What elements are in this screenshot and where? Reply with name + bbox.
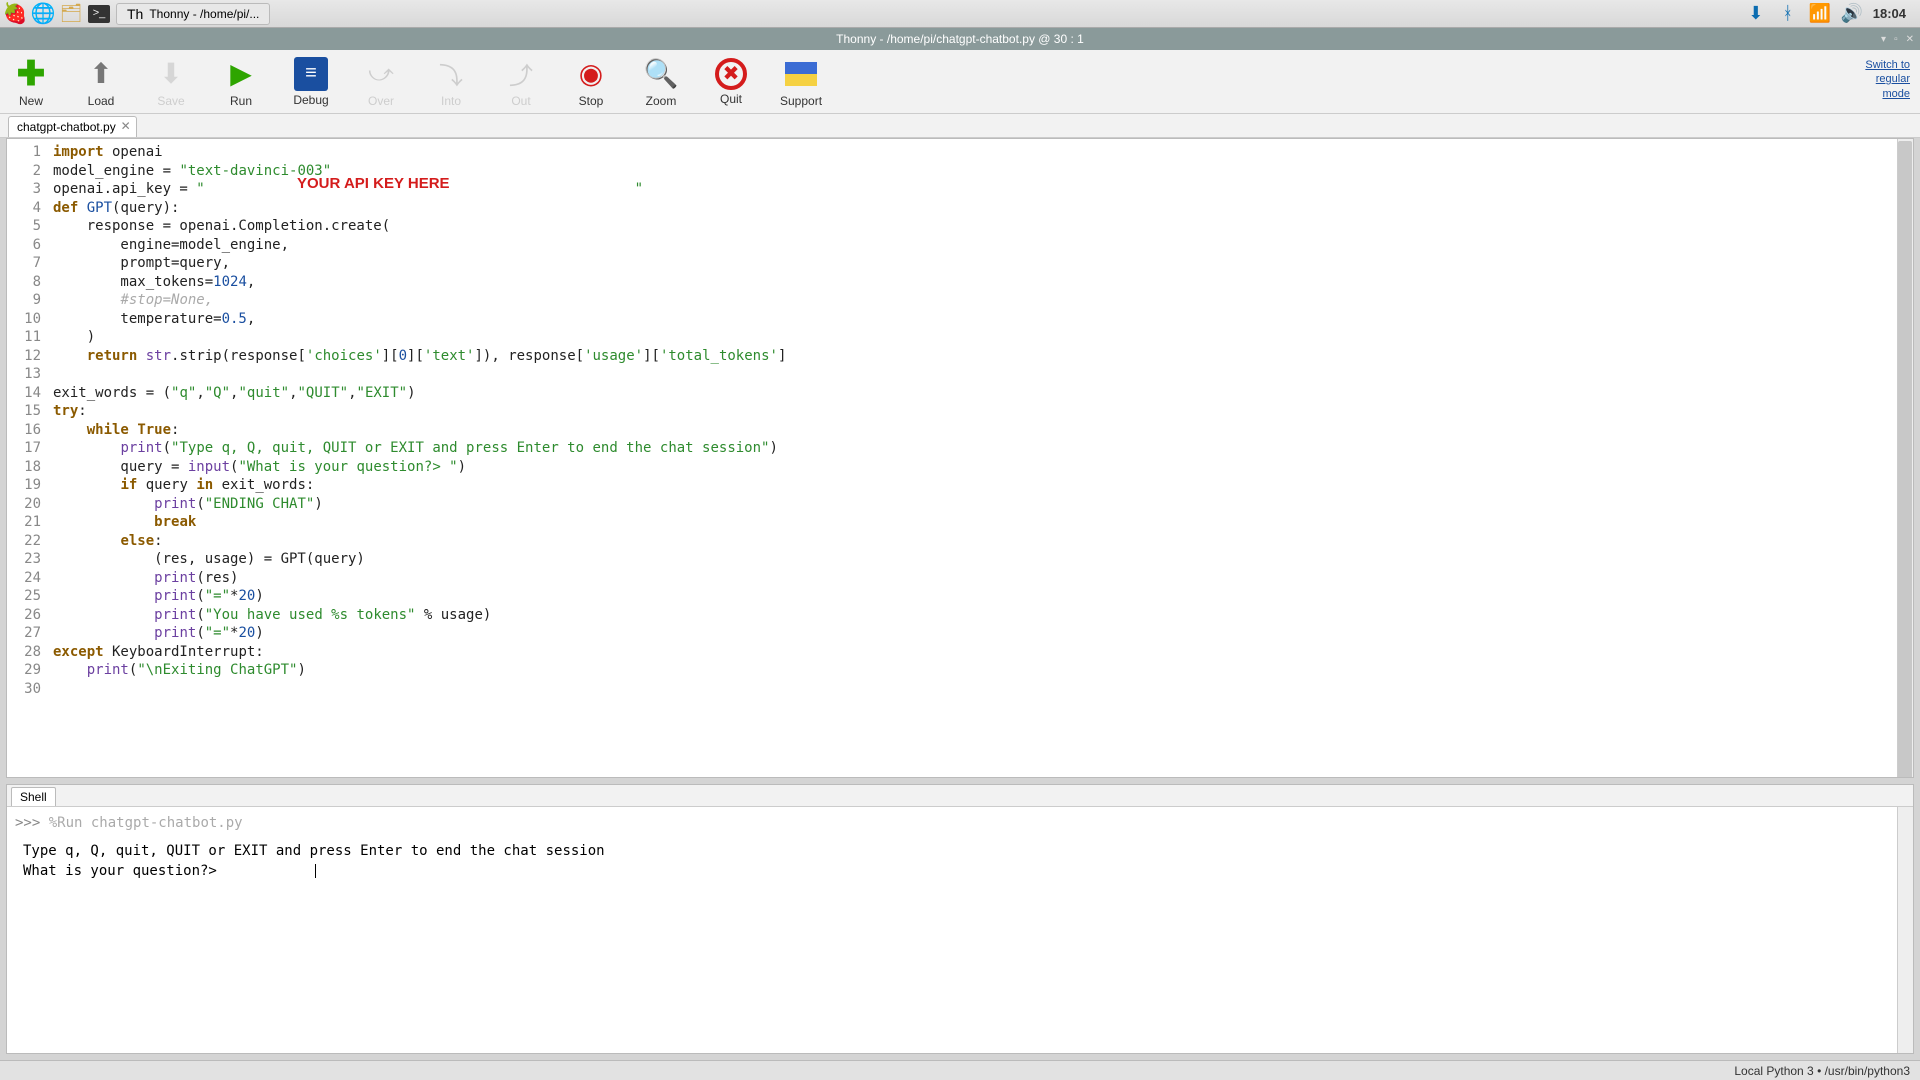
out-label: Out — [511, 94, 530, 108]
stop-button[interactable]: ◉ Stop — [570, 56, 612, 108]
zoom-label: Zoom — [646, 94, 677, 108]
raspberry-menu-icon[interactable]: 🍓 — [4, 3, 26, 25]
editor-tab[interactable]: chatgpt-chatbot.py ✕ — [8, 116, 137, 137]
editor-vertical-scrollbar[interactable] — [1897, 139, 1913, 777]
shell-body[interactable]: >>> %Run chatgpt-chatbot.py Type q, Q, q… — [7, 807, 1913, 1053]
shell-vertical-scrollbar[interactable] — [1897, 807, 1913, 1053]
wifi-icon[interactable]: 📶 — [1809, 3, 1831, 25]
maximize-button[interactable]: ▫ — [1894, 34, 1898, 45]
quit-label: Quit — [720, 92, 742, 106]
shell-panel: Shell >>> %Run chatgpt-chatbot.py Type q… — [6, 784, 1914, 1054]
stop-icon: ◉ — [573, 56, 609, 92]
support-label: Support — [780, 94, 822, 108]
into-icon: ⤵ — [433, 56, 469, 92]
out-button: ⤴ Out — [500, 56, 542, 108]
window-titlebar[interactable]: Thonny - /home/pi/chatgpt-chatbot.py @ 3… — [0, 28, 1920, 50]
close-button[interactable]: ✕ — [1906, 34, 1914, 45]
save-icon: ⬇ — [153, 56, 189, 92]
toolbar: ✚ New ⬆ Load ⬇ Save ▶ Run ≡ Debug ⤻ Over… — [0, 50, 1920, 114]
out-icon: ⤴ — [503, 56, 539, 92]
taskbar-app-label: Thonny - /home/pi/... — [149, 7, 259, 21]
minimize-button[interactable]: ▾ — [1881, 34, 1886, 45]
window-title-text: Thonny - /home/pi/chatgpt-chatbot.py @ 3… — [836, 32, 1084, 46]
shell-prompt: >>> — [15, 815, 40, 831]
support-icon — [783, 56, 819, 92]
taskbar-app-thonny[interactable]: Th Thonny - /home/pi/... — [116, 3, 270, 25]
shell-run-cmd-text: %Run chatgpt-chatbot.py — [49, 815, 243, 831]
run-button[interactable]: ▶ Run — [220, 56, 262, 108]
shell-tab-label: Shell — [20, 790, 47, 804]
file-manager-icon[interactable]: 🗂 — [60, 3, 82, 25]
api-key-annotation: YOUR API KEY HERE — [297, 175, 450, 192]
web-browser-icon[interactable]: 🌐 — [32, 3, 54, 25]
editor-tabstrip: chatgpt-chatbot.py ✕ — [0, 114, 1920, 138]
thonny-icon: Th — [127, 6, 143, 22]
editor-scrollbar-thumb[interactable] — [1898, 141, 1912, 778]
editor-tab-label: chatgpt-chatbot.py — [17, 120, 116, 134]
new-label: New — [19, 94, 43, 108]
updates-icon[interactable]: ⬇ — [1745, 3, 1767, 25]
new-icon: ✚ — [13, 56, 49, 92]
quit-button[interactable]: ✖ Quit — [710, 58, 752, 106]
debug-label: Debug — [293, 93, 328, 107]
load-button[interactable]: ⬆ Load — [80, 56, 122, 108]
statusbar[interactable]: Local Python 3 • /usr/bin/python3 — [0, 1060, 1920, 1080]
volume-icon[interactable]: 🔊 — [1841, 3, 1863, 25]
load-icon: ⬆ — [83, 56, 119, 92]
os-taskbar: 🍓 🌐 🗂 >_ Th Thonny - /home/pi/... ⬇ ᚼ 📶 … — [0, 0, 1920, 28]
zoom-icon: 🔍 — [643, 56, 679, 92]
debug-icon: ≡ — [294, 57, 328, 91]
code-area[interactable]: import openai model_engine = "text-davin… — [47, 139, 786, 777]
save-button[interactable]: ⬇ Save — [150, 56, 192, 108]
new-button[interactable]: ✚ New — [10, 56, 52, 108]
terminal-icon[interactable]: >_ — [88, 5, 110, 23]
into-label: Into — [441, 94, 461, 108]
stop-label: Stop — [579, 94, 604, 108]
save-label: Save — [157, 94, 184, 108]
shell-tabstrip: Shell — [7, 785, 1913, 807]
over-label: Over — [368, 94, 394, 108]
load-label: Load — [88, 94, 115, 108]
shell-input-line[interactable]: What is your question?> — [15, 861, 1905, 881]
run-label: Run — [230, 94, 252, 108]
quit-icon: ✖ — [715, 58, 747, 90]
line-gutter: 1234567891011121314151617181920212223242… — [7, 139, 47, 777]
run-icon: ▶ — [223, 56, 259, 92]
shell-tab[interactable]: Shell — [11, 787, 56, 806]
over-button: ⤻ Over — [360, 56, 402, 108]
over-icon: ⤻ — [363, 56, 399, 92]
support-button[interactable]: Support — [780, 56, 822, 108]
editor-pane: 1234567891011121314151617181920212223242… — [6, 138, 1914, 778]
clock[interactable]: 18:04 — [1873, 6, 1906, 21]
shell-out2-text: What is your question?> — [23, 863, 225, 879]
close-tab-icon[interactable]: ✕ — [121, 119, 131, 133]
interpreter-status: Local Python 3 • /usr/bin/python3 — [1734, 1064, 1910, 1078]
bluetooth-icon[interactable]: ᚼ — [1777, 3, 1799, 25]
shell-output-line: Type q, Q, quit, QUIT or EXIT and press … — [15, 841, 1905, 861]
debug-button[interactable]: ≡ Debug — [290, 57, 332, 107]
zoom-button[interactable]: 🔍 Zoom — [640, 56, 682, 108]
into-button: ⤵ Into — [430, 56, 472, 108]
switch-mode-link[interactable]: Switch to regular mode — [1865, 58, 1910, 101]
